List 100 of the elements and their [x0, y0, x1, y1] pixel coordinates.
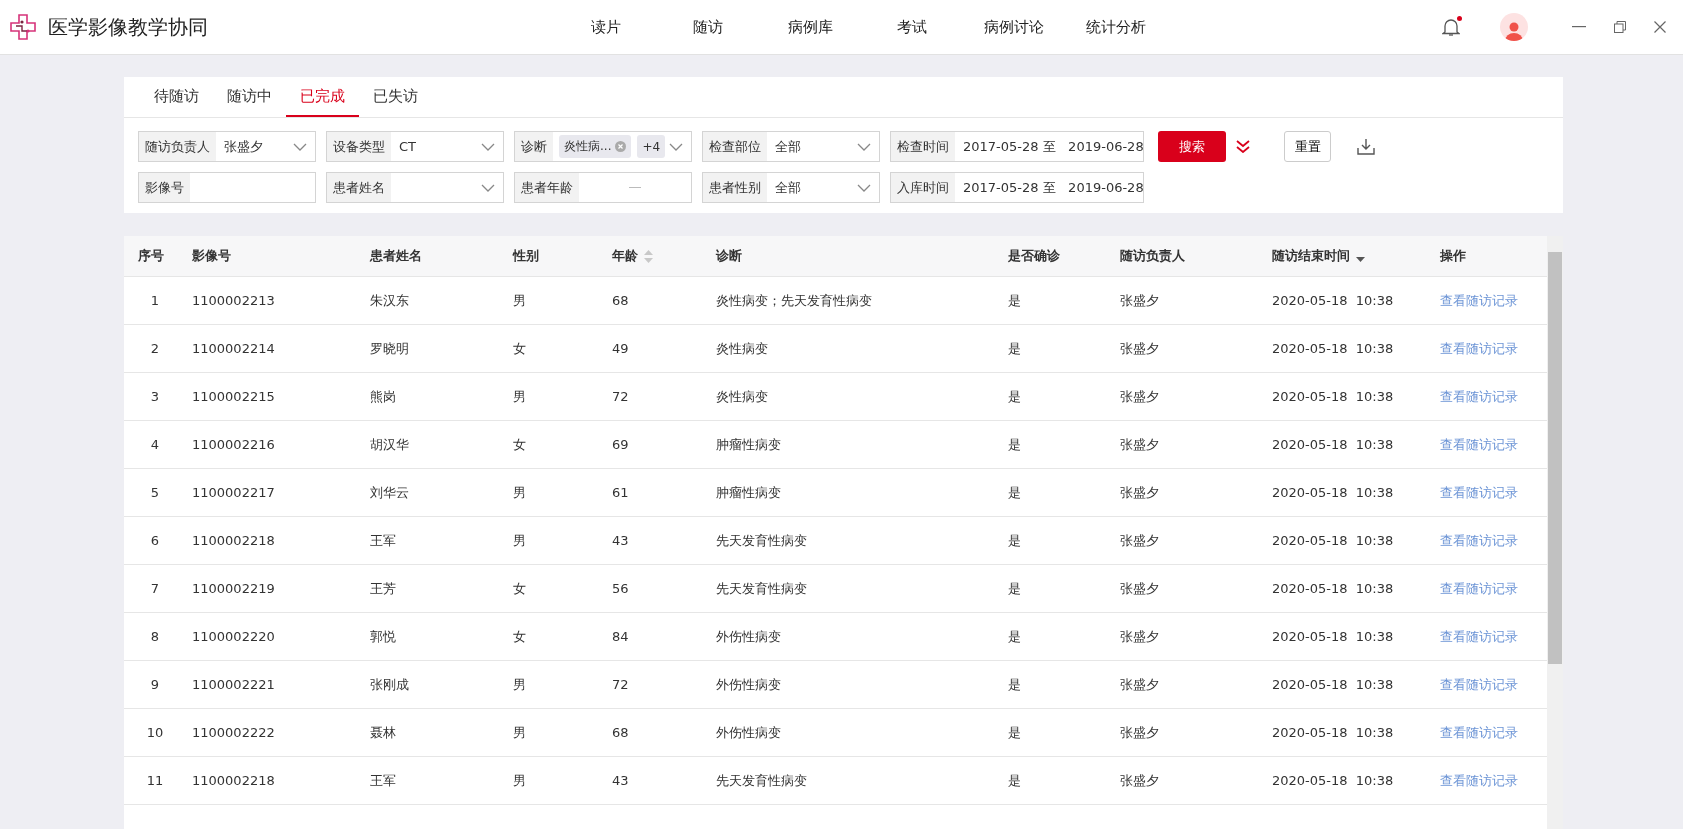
bell-icon[interactable] [1442, 17, 1460, 37]
table-cell: 43 [612, 773, 629, 788]
table-cell: 1100002216 [192, 437, 275, 452]
table-cell: 2020-05-18 10:38 [1272, 533, 1394, 548]
table-cell: 是 [1008, 387, 1021, 406]
table-cell: 外伤性病变 [716, 675, 781, 694]
nav-item[interactable]: 统计分析 [1065, 17, 1167, 37]
date-range-field[interactable]: 检查时间 2017-05-28 至 2019-06-28 [890, 131, 1144, 162]
nav-item[interactable]: 随访 [657, 17, 759, 37]
search-button[interactable]: 搜索 [1158, 131, 1226, 162]
filter-label: 检查时间 [891, 132, 955, 161]
download-icon[interactable] [1357, 138, 1375, 155]
column-header: 随访结束时间 [1272, 247, 1350, 265]
table-cell: 10 [146, 725, 164, 740]
tab[interactable]: 随访中 [213, 77, 286, 117]
column-header: 诊断 [716, 247, 742, 265]
range-field[interactable]: 患者年龄 [514, 172, 692, 203]
table-cell: 男 [513, 483, 526, 502]
date-range-field[interactable]: 入库时间 2017-05-28 至 2019-06-28 [890, 172, 1144, 203]
nav-item[interactable]: 病例库 [759, 17, 861, 37]
restore-icon[interactable] [1614, 21, 1626, 33]
input-field[interactable]: 影像号 [138, 172, 316, 203]
select-field[interactable]: 患者性别 全部 [702, 172, 880, 203]
app-title: 医学影像教学协同 [48, 13, 208, 41]
table-cell: 1100002221 [192, 677, 275, 692]
table-cell: 2020-05-18 10:38 [1272, 389, 1394, 404]
table-cell: 84 [612, 629, 629, 644]
table-cell: 男 [513, 771, 526, 790]
table-cell: 是 [1008, 723, 1021, 742]
table-cell: 罗晓明 [370, 339, 409, 358]
table-cell: 男 [513, 531, 526, 550]
avatar-icon[interactable] [1500, 13, 1528, 41]
select-value: 张盛夕 [223, 137, 264, 156]
filter-label: 患者年龄 [515, 173, 579, 202]
table-cell: 1100002213 [192, 293, 275, 308]
table-cell: 43 [612, 533, 629, 548]
filter-label: 入库时间 [891, 173, 955, 202]
select-field[interactable]: 随访负责人 张盛夕 [138, 131, 316, 162]
sort-desc-icon[interactable] [1356, 256, 1365, 262]
select-field[interactable]: 设备类型 CT [326, 131, 504, 162]
table-cell: 熊岗 [370, 387, 396, 406]
nav-item[interactable]: 读片 [555, 17, 657, 37]
column-header: 影像号 [192, 247, 231, 265]
table-cell: 2020-05-18 10:38 [1272, 293, 1394, 308]
table-cell: 炎性病变 [716, 339, 768, 358]
minimize-icon[interactable] [1572, 26, 1586, 28]
more-count: +4 [637, 135, 666, 158]
tab[interactable]: 待随访 [140, 77, 213, 117]
tags-field[interactable]: 诊断 炎性病... +4 [514, 131, 692, 162]
table-cell: 是 [1008, 771, 1021, 790]
chevron-down-icon [481, 142, 495, 151]
table-cell: 肿瘤性病变 [716, 483, 781, 502]
chevron-down-icon [857, 142, 871, 151]
table-cell: 2020-05-18 10:38 [1272, 773, 1394, 788]
table-cell: 王芳 [370, 579, 396, 598]
table-cell: 61 [612, 485, 629, 500]
close-icon[interactable] [1654, 21, 1666, 33]
select-value: 全部 [774, 178, 802, 197]
table-cell: 6 [150, 533, 160, 548]
table-cell: 是 [1008, 435, 1021, 454]
table-cell: 9 [150, 677, 160, 692]
table-cell: 女 [513, 339, 526, 358]
chevron-down-icon [669, 142, 683, 151]
select-field[interactable]: 患者姓名 [326, 172, 504, 203]
table-cell: 11 [146, 773, 164, 788]
filter-label: 影像号 [139, 173, 190, 202]
column-header: 性别 [513, 247, 539, 265]
column-header: 患者姓名 [370, 247, 422, 265]
chevron-down-icon [481, 183, 495, 192]
table-cell: 是 [1008, 627, 1021, 646]
table-cell: 胡汉华 [370, 435, 409, 454]
table-cell: 1100002219 [192, 581, 275, 596]
nav-item[interactable]: 病例讨论 [963, 17, 1065, 37]
table-cell: 72 [612, 677, 629, 692]
table-cell: 68 [612, 725, 629, 740]
table-cell: 先天发育性病变 [716, 579, 807, 598]
select-field[interactable]: 检查部位 全部 [702, 131, 880, 162]
double-chevron-down-icon[interactable] [1236, 140, 1250, 153]
table-cell: 4 [150, 437, 160, 452]
table-cell: 男 [513, 387, 526, 406]
tab[interactable]: 已失访 [359, 77, 432, 117]
table-cell: 2020-05-18 10:38 [1272, 725, 1394, 740]
column-header: 是否确诊 [1008, 247, 1060, 265]
logo-icon [10, 14, 36, 40]
tab[interactable]: 已完成 [286, 77, 359, 117]
table-cell: 8 [150, 629, 160, 644]
select-value: 全部 [774, 137, 802, 156]
table-cell: 郭悦 [370, 627, 396, 646]
nav-item[interactable]: 考试 [861, 17, 963, 37]
reset-button[interactable]: 重置 [1284, 131, 1331, 162]
table-cell: 先天发育性病变 [716, 531, 807, 550]
table-cell: 2020-05-18 10:38 [1272, 437, 1394, 452]
table-cell: 张刚成 [370, 675, 409, 694]
table-cell: 2020-05-18 10:38 [1272, 485, 1394, 500]
filter-label: 检查部位 [703, 132, 767, 161]
scrollbar[interactable] [1547, 236, 1563, 829]
table-cell: 2020-05-18 10:38 [1272, 581, 1394, 596]
table-cell: 是 [1008, 579, 1021, 598]
table-cell: 张盛夕 [1120, 579, 1159, 598]
table-cell: 56 [612, 581, 629, 596]
